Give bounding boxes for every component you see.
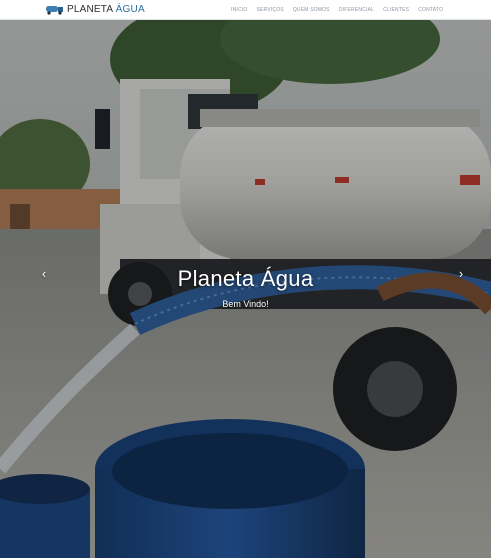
hero-title: Planeta Água [177,266,314,291]
chevron-left-icon: ‹ [41,266,47,281]
nav-item-servicos[interactable]: SERVIÇOS [256,7,283,13]
nav-item-quem-somos[interactable]: QUEM SOMOS [293,7,330,13]
brand-logo[interactable]: PLANETA ÁGUA [46,2,145,17]
chevron-right-icon: › [458,266,464,281]
top-navbar: PLANETA ÁGUA INICIO SERVIÇOS QUEM SOMOS … [0,0,491,20]
carousel-next-button[interactable]: › [454,266,468,282]
carousel-prev-button[interactable]: ‹ [37,266,51,282]
hero-carousel: Planeta Água Bem Vindo! ‹ › [0,19,491,558]
water-truck-icon [46,6,63,15]
nav-item-inicio[interactable]: INICIO [231,7,247,13]
nav-item-contato[interactable]: CONTATO [418,7,443,13]
hero-subtitle: Bem Vindo! [222,299,269,309]
brand-name: PLANETA ÁGUA [67,4,145,15]
nav-item-clientes[interactable]: CLIENTES [383,7,409,13]
nav-item-diferencial[interactable]: DIFERENCIAL [339,7,374,13]
main-nav: INICIO SERVIÇOS QUEM SOMOS DIFERENCIAL C… [231,0,443,19]
